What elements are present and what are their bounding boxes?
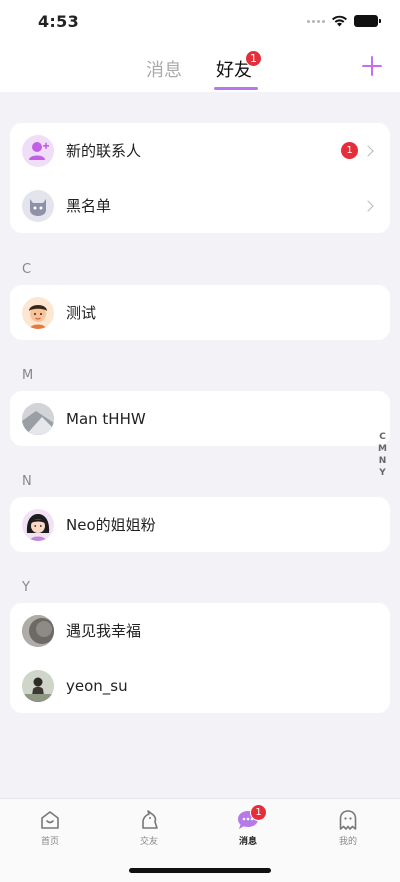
contact-row[interactable]: Neo的姐姐粉 <box>10 497 390 552</box>
bottom-tab-label: 消息 <box>238 837 257 847</box>
blacklist-icon <box>22 189 54 222</box>
section-m-card: Man tHHW <box>10 391 390 446</box>
contact-name: Man tHHW <box>66 409 146 428</box>
bottom-tab-home[interactable]: 首页 <box>20 809 80 847</box>
section-header-y: Y <box>22 580 30 595</box>
contact-name: Neo的姐姐粉 <box>66 516 156 534</box>
messages-tab-badge: 1 <box>250 804 267 821</box>
add-icon[interactable] <box>362 56 382 76</box>
section-n-card: Neo的姐姐粉 <box>10 497 390 552</box>
blacklist-row[interactable]: 黑名单 <box>10 178 390 233</box>
contact-row[interactable]: Man tHHW <box>10 391 390 446</box>
bottom-tab-label: 我的 <box>338 837 357 847</box>
bottom-tab-label: 交友 <box>139 837 158 847</box>
section-y-card: 遇见我幸福 yeon_su <box>10 603 390 713</box>
status-icons <box>307 15 381 27</box>
contact-row[interactable]: 遇见我幸福 <box>10 603 390 658</box>
home-indicator <box>129 868 271 873</box>
battery-icon <box>354 15 381 27</box>
home-icon <box>41 811 59 829</box>
profile-icon <box>339 810 357 830</box>
chevron-right-icon <box>362 144 374 157</box>
alpha-index-letter[interactable]: Y <box>379 467 386 479</box>
alpha-index-letter[interactable]: N <box>379 455 387 467</box>
contact-row[interactable]: yeon_su <box>10 658 390 713</box>
contact-name: yeon_su <box>66 676 128 695</box>
avatar <box>22 296 54 329</box>
chevron-right-icon <box>362 199 374 212</box>
avatar <box>22 402 54 435</box>
avatar <box>22 614 54 647</box>
contact-row[interactable]: 测试 <box>10 285 390 340</box>
top-card: 新的联系人 1 黑名单 <box>10 123 390 233</box>
alpha-index-letter[interactable]: M <box>378 443 387 455</box>
contact-name: 遇见我幸福 <box>66 622 142 640</box>
status-bar: 4:53 <box>0 0 400 44</box>
social-icon <box>142 810 158 829</box>
section-header-n: N <box>22 474 32 489</box>
section-header-m: M <box>22 368 34 383</box>
section-c-card: 测试 <box>10 285 390 340</box>
alphabet-index[interactable]: C M N Y <box>378 431 387 479</box>
blacklist-label: 黑名单 <box>66 197 112 215</box>
tab-messages[interactable]: 消息 <box>146 56 182 82</box>
bottom-tab-messages[interactable]: 消息 1 <box>218 804 278 847</box>
bottom-tab-label: 首页 <box>40 837 59 847</box>
bottom-tab-profile[interactable]: 我的 <box>318 809 378 847</box>
signal-icon <box>307 19 325 23</box>
top-nav: 消息 好友 <box>0 44 400 92</box>
tab-active-indicator <box>214 87 258 90</box>
friends-tab-badge: 1 <box>245 50 262 67</box>
status-time: 4:53 <box>38 12 79 31</box>
new-contacts-badge: 1 <box>341 142 358 159</box>
contact-name: 测试 <box>66 304 97 322</box>
new-contacts-row[interactable]: 新的联系人 1 <box>10 123 390 178</box>
wifi-icon <box>332 15 347 27</box>
new-contact-icon <box>22 134 54 167</box>
avatar <box>22 508 54 541</box>
new-contacts-label: 新的联系人 <box>66 142 142 160</box>
section-header-c: C <box>22 262 32 277</box>
bottom-tab-social[interactable]: 交友 <box>119 809 179 847</box>
alpha-index-letter[interactable]: C <box>379 431 386 443</box>
avatar <box>22 669 54 702</box>
